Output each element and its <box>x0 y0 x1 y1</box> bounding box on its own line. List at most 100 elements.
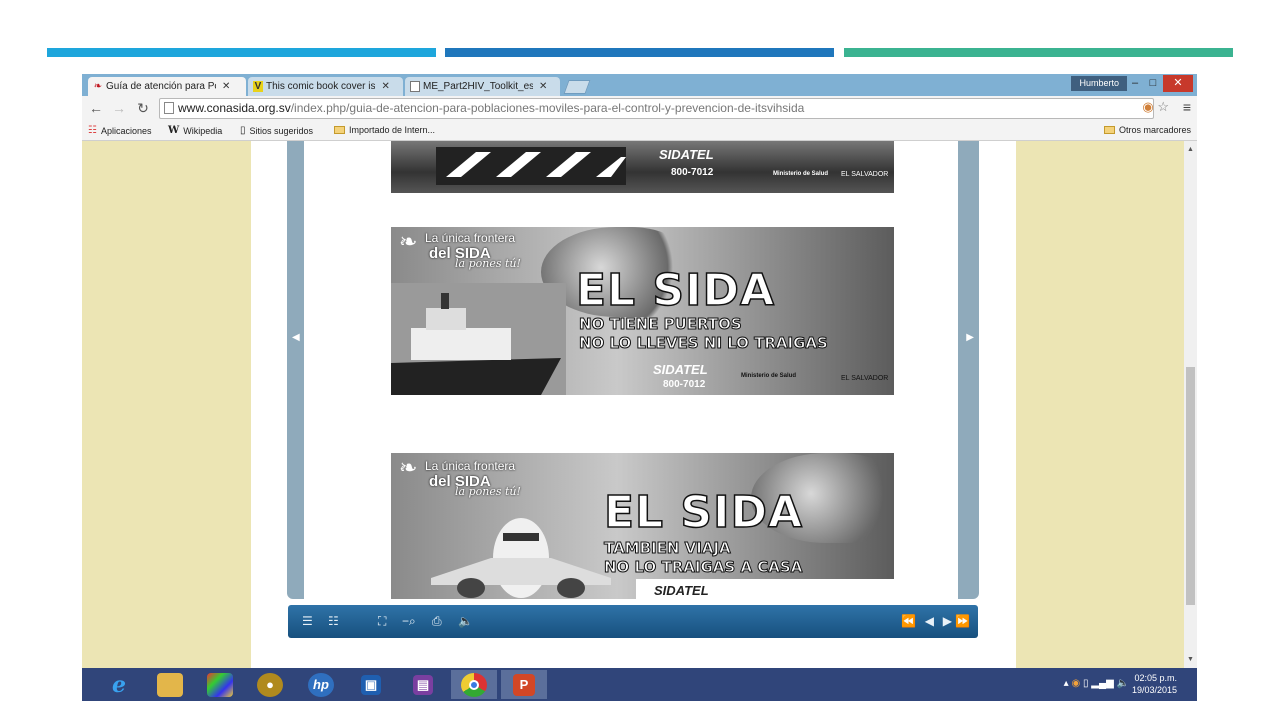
zoom-out-icon[interactable]: −⌕ <box>402 614 416 629</box>
tray-app-icon[interactable]: ◉ <box>1071 678 1080 689</box>
internet-explorer-icon: e <box>112 671 126 698</box>
travel-line-1: TAMBIEN VIAJA <box>604 539 732 558</box>
airplane-graphic <box>431 518 611 598</box>
notebook-icon: ▤ <box>413 674 433 695</box>
headline: EL SIDA <box>575 264 776 317</box>
bookmark-wikipedia[interactable]: W Wikipedia <box>168 125 222 136</box>
fullscreen-icon[interactable]: ⛶ <box>378 614 386 629</box>
taskbar-media-player[interactable]: ● <box>247 670 293 699</box>
close-window-button[interactable]: ✕ <box>1163 75 1193 92</box>
list-view-icon[interactable]: ☰ <box>302 614 313 628</box>
battery-icon[interactable]: ▯ <box>1083 678 1089 689</box>
bookmark-aplicaciones[interactable]: ☷ Aplicaciones <box>88 125 152 136</box>
thumbnails-icon[interactable]: ☷ <box>328 614 339 628</box>
wikipedia-icon: W <box>168 125 180 136</box>
headline: EL SIDA <box>603 486 804 539</box>
ship-graphic <box>391 283 566 395</box>
browser-toolbar: ← → ↻ www.conasida.org.sv/index.php/guia… <box>82 96 1197 121</box>
system-tray: ▴ ◉ ▯ ▂▄▆ 🔈 <box>1064 678 1129 689</box>
profile-button[interactable]: Humberto <box>1071 76 1127 91</box>
remote-desktop-icon: ▣ <box>361 674 381 695</box>
folder-icon <box>1103 126 1115 134</box>
tab-comic-book[interactable]: V This comic book cover is ✕ <box>248 77 403 96</box>
bookmark-otros-marcadores[interactable]: Otros marcadores <box>1103 125 1191 135</box>
ministry-label: Ministerio de Salud <box>741 373 797 379</box>
signal-icon[interactable]: ▂▄▆ <box>1091 678 1113 689</box>
taskbar-internet-explorer[interactable]: e <box>96 670 142 699</box>
clock-time: 02:05 p.m. <box>1134 673 1177 683</box>
clock-date: 19/03/2015 <box>1131 685 1177 695</box>
bookmarks-bar: ☷ Aplicaciones W Wikipedia ▯ Sitios suge… <box>82 121 1197 141</box>
prev-page-icon[interactable]: ◀ <box>292 332 300 343</box>
page-icon <box>164 102 174 114</box>
decor-bar-blue <box>445 48 834 57</box>
country-label: EL SALVADOR <box>841 171 889 178</box>
previous-page-icon[interactable]: ◀ <box>925 614 934 628</box>
taskbar-remote-desktop[interactable]: ▣ <box>348 670 394 699</box>
volume-icon[interactable]: 🔈 <box>1117 678 1129 689</box>
taskbar-hp[interactable]: hp <box>298 670 344 699</box>
slogan-bottom: la pones tú! <box>455 485 521 498</box>
aids-ribbon-icon: ❧ <box>93 81 103 92</box>
chrome-icon <box>461 672 487 697</box>
bookmark-sitios-sugeridos[interactable]: ▯ Sitios sugeridos <box>240 125 313 136</box>
banner-travel: ❧ La única frontera del SIDA la pones tú… <box>391 453 894 599</box>
maximize-button[interactable]: □ <box>1145 75 1161 92</box>
tray-expand-icon[interactable]: ▴ <box>1064 678 1069 689</box>
page-viewport: ◀ ▶ SIDATEL 800-7012 Ministerio de Salud… <box>82 141 1184 668</box>
aids-ribbon-icon: ❧ <box>399 455 418 480</box>
scroll-up-icon[interactable]: ▲ <box>1184 146 1197 153</box>
tab-guia-atencion[interactable]: ❧ Guía de atención para Pol ✕ <box>88 77 246 96</box>
windows-taskbar: e ● hp ▣ ▤ P ▴ ◉ ▯ ▂▄▆ 🔈 02:05 p.m. 19/0… <box>82 668 1197 701</box>
close-icon[interactable]: ✕ <box>539 81 547 92</box>
next-page-icon[interactable]: ▶ <box>943 614 952 628</box>
vertical-scrollbar[interactable]: ▲ ▼ <box>1184 141 1197 668</box>
sidatel-logo: SIDATEL <box>659 147 714 162</box>
taskbar-file-explorer[interactable] <box>147 670 193 699</box>
ports-line-2: NO LO LLEVES NI LO TRAIGAS <box>579 334 829 353</box>
back-button[interactable]: ← <box>87 99 105 117</box>
forward-button[interactable]: → <box>110 99 128 117</box>
aids-ribbon-icon: ❧ <box>399 229 418 254</box>
bookmark-label: Sitios sugeridos <box>249 125 314 136</box>
country-label: EL SALVADOR <box>841 375 889 382</box>
taskbar-chrome[interactable] <box>451 670 497 699</box>
scroll-thumb[interactable] <box>1186 367 1195 605</box>
last-page-icon[interactable]: ⏩ <box>955 614 970 628</box>
menu-icon[interactable]: ≡ <box>1183 99 1191 115</box>
flipbook-page: SIDATEL 800-7012 Ministerio de Salud EL … <box>304 141 958 599</box>
first-page-icon[interactable]: ⏪ <box>901 614 916 628</box>
print-icon[interactable]: ⎙ <box>432 614 442 629</box>
media-player-icon: ● <box>257 672 283 697</box>
document-icon <box>410 81 420 92</box>
bookmark-importado[interactable]: Importado de Intern... <box>334 125 435 135</box>
reload-button[interactable]: ↻ <box>134 99 152 117</box>
omnibox-actions: ◉ ☆ <box>1142 99 1169 115</box>
extension-icon[interactable]: ◉ <box>1142 99 1153 114</box>
taskbar-onenote[interactable]: ▤ <box>400 670 446 699</box>
star-icon[interactable]: ☆ <box>1157 99 1169 114</box>
flipbook-controls: ☰ ☷ ⛶ −⌕ ⎙ 🔈 ⏪ ◀ ▶ ⏩ <box>288 605 978 638</box>
decor-bar-cyan <box>47 48 436 57</box>
tab-toolkit-pdf[interactable]: ME_Part2HIV_Toolkit_es.p ✕ <box>405 77 560 96</box>
address-bar[interactable]: www.conasida.org.sv/index.php/guia-de-at… <box>159 98 1154 119</box>
sidatel-logo: SIDATEL <box>654 583 709 598</box>
close-icon[interactable]: ✕ <box>222 81 230 92</box>
taskbar-powerpoint[interactable]: P <box>501 670 547 699</box>
sidatel-logo: SIDATEL <box>653 362 708 377</box>
new-tab-button[interactable] <box>563 80 591 94</box>
taskbar-clock[interactable]: 02:05 p.m. 19/03/2015 <box>1132 672 1177 696</box>
v-logo-icon: V <box>253 81 263 92</box>
screenshot-window: ❧ Guía de atención para Pol ✕ V This com… <box>82 74 1197 701</box>
clapperboard-graphic <box>436 147 626 185</box>
tab-label: Guía de atención para Pol <box>106 81 216 92</box>
taskbar-photo-app[interactable] <box>197 670 243 699</box>
bookmark-label: Importado de Intern... <box>349 125 436 135</box>
sound-icon[interactable]: 🔈 <box>458 614 473 628</box>
next-page-icon[interactable]: ▶ <box>966 332 974 343</box>
minimize-button[interactable]: – <box>1127 75 1143 92</box>
powerpoint-icon: P <box>513 673 535 696</box>
scroll-down-icon[interactable]: ▼ <box>1184 656 1197 663</box>
address-domain: www.conasida.org.sv <box>178 101 291 115</box>
close-icon[interactable]: ✕ <box>381 81 389 92</box>
